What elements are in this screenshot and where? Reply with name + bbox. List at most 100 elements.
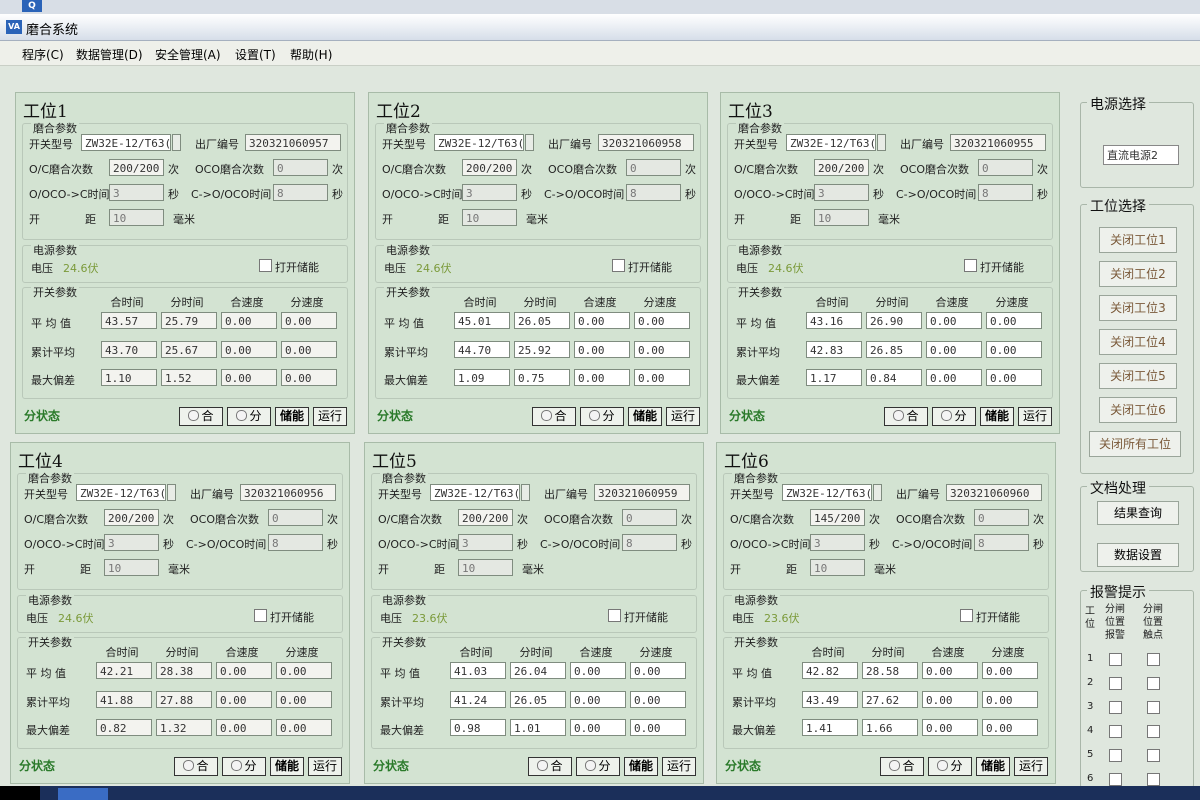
serial-field[interactable]: 320321060958 (598, 134, 694, 151)
param-cell[interactable]: 26.05 (514, 312, 570, 329)
open-button[interactable]: 分 (222, 757, 266, 776)
position-alarm-checkbox[interactable] (1109, 701, 1122, 714)
param-cell[interactable]: 26.85 (866, 341, 922, 358)
oco-count-field[interactable]: 0 (622, 509, 677, 526)
oc-count-field[interactable]: 145/200 (810, 509, 865, 526)
menu-data[interactable]: 数据管理(D) (76, 46, 143, 63)
param-cell[interactable]: 0.00 (216, 691, 272, 708)
param-cell[interactable]: 0.00 (281, 369, 337, 386)
open-storage-checkbox[interactable] (960, 609, 973, 622)
param-cell[interactable]: 44.70 (454, 341, 510, 358)
param-cell[interactable]: 0.00 (570, 691, 626, 708)
position-contact-checkbox[interactable] (1147, 677, 1160, 690)
oc-count-field[interactable]: 200/200 (109, 159, 164, 176)
oco-count-field[interactable]: 0 (626, 159, 681, 176)
switch-model-dropdown[interactable] (521, 484, 530, 501)
open-button[interactable]: 分 (580, 407, 624, 426)
switch-model-field[interactable]: ZW32E-12/T63( (786, 134, 876, 151)
c-to-oco-field[interactable]: 8 (626, 184, 681, 201)
position-alarm-checkbox[interactable] (1109, 749, 1122, 762)
param-cell[interactable]: 0.00 (630, 691, 686, 708)
open-button[interactable]: 分 (227, 407, 271, 426)
param-cell[interactable]: 27.88 (156, 691, 212, 708)
param-cell[interactable]: 0.75 (514, 369, 570, 386)
param-cell[interactable]: 0.00 (276, 662, 332, 679)
run-button[interactable]: 运行 (313, 407, 347, 426)
param-cell[interactable]: 26.04 (510, 662, 566, 679)
serial-field[interactable]: 320321060957 (245, 134, 341, 151)
param-cell[interactable]: 42.83 (806, 341, 862, 358)
param-cell[interactable]: 1.09 (454, 369, 510, 386)
oco-to-c-field[interactable]: 3 (810, 534, 865, 551)
switch-model-field[interactable]: ZW32E-12/T63( (81, 134, 171, 151)
c-to-oco-field[interactable]: 8 (268, 534, 323, 551)
position-alarm-checkbox[interactable] (1109, 677, 1122, 690)
position-contact-checkbox[interactable] (1147, 749, 1160, 762)
run-button[interactable]: 运行 (1014, 757, 1048, 776)
switch-model-field[interactable]: ZW32E-12/T63( (76, 484, 166, 501)
switch-model-dropdown[interactable] (525, 134, 534, 151)
param-cell[interactable]: 0.00 (276, 719, 332, 736)
param-cell[interactable]: 42.21 (96, 662, 152, 679)
param-cell[interactable]: 0.00 (570, 719, 626, 736)
storage-button[interactable]: 储能 (980, 407, 1014, 426)
storage-button[interactable]: 储能 (624, 757, 658, 776)
position-contact-checkbox[interactable] (1147, 725, 1160, 738)
position-contact-checkbox[interactable] (1147, 701, 1160, 714)
param-cell[interactable]: 1.41 (802, 719, 858, 736)
switch-model-dropdown[interactable] (877, 134, 886, 151)
close-station-button-6[interactable]: 关闭工位6 (1099, 397, 1177, 423)
param-cell[interactable]: 41.88 (96, 691, 152, 708)
param-cell[interactable]: 0.00 (982, 719, 1038, 736)
c-to-oco-field[interactable]: 8 (978, 184, 1033, 201)
oco-to-c-field[interactable]: 3 (109, 184, 164, 201)
oc-count-field[interactable]: 200/200 (814, 159, 869, 176)
switch-model-dropdown[interactable] (172, 134, 181, 151)
storage-button[interactable]: 储能 (976, 757, 1010, 776)
data-settings-button[interactable]: 数据设置 (1097, 543, 1179, 567)
param-cell[interactable]: 0.00 (574, 369, 630, 386)
param-cell[interactable]: 25.92 (514, 341, 570, 358)
param-cell[interactable]: 26.05 (510, 691, 566, 708)
oco-to-c-field[interactable]: 3 (458, 534, 513, 551)
close-button[interactable]: 合 (880, 757, 924, 776)
close-station-button-5[interactable]: 关闭工位5 (1099, 363, 1177, 389)
oco-count-field[interactable]: 0 (974, 509, 1029, 526)
param-cell[interactable]: 0.00 (922, 662, 978, 679)
storage-button[interactable]: 储能 (628, 407, 662, 426)
gap-field[interactable]: 10 (458, 559, 513, 576)
close-station-button-4[interactable]: 关闭工位4 (1099, 329, 1177, 355)
oco-count-field[interactable]: 0 (268, 509, 323, 526)
position-alarm-checkbox[interactable] (1109, 725, 1122, 738)
param-cell[interactable]: 0.00 (986, 369, 1042, 386)
open-button[interactable]: 分 (932, 407, 976, 426)
close-station-button-7[interactable]: 关闭所有工位 (1089, 431, 1181, 457)
storage-button[interactable]: 储能 (275, 407, 309, 426)
param-cell[interactable]: 0.00 (630, 719, 686, 736)
param-cell[interactable]: 0.00 (922, 719, 978, 736)
param-cell[interactable]: 0.00 (216, 719, 272, 736)
switch-model-field[interactable]: ZW32E-12/T63( (434, 134, 524, 151)
close-button[interactable]: 合 (179, 407, 223, 426)
gap-field[interactable]: 10 (814, 209, 869, 226)
param-cell[interactable]: 43.70 (101, 341, 157, 358)
position-alarm-checkbox[interactable] (1109, 653, 1122, 666)
oco-count-field[interactable]: 0 (273, 159, 328, 176)
menu-settings[interactable]: 设置(T) (235, 46, 276, 63)
switch-model-field[interactable]: ZW32E-12/T63( (782, 484, 872, 501)
param-cell[interactable]: 43.16 (806, 312, 862, 329)
serial-field[interactable]: 320321060960 (946, 484, 1042, 501)
oco-to-c-field[interactable]: 3 (814, 184, 869, 201)
param-cell[interactable]: 25.79 (161, 312, 217, 329)
position-alarm-checkbox[interactable] (1109, 773, 1122, 786)
oc-count-field[interactable]: 200/200 (104, 509, 159, 526)
power-select-field[interactable]: 直流电源2 (1103, 145, 1179, 165)
run-button[interactable]: 运行 (308, 757, 342, 776)
oco-count-field[interactable]: 0 (978, 159, 1033, 176)
param-cell[interactable]: 42.82 (802, 662, 858, 679)
param-cell[interactable]: 0.82 (96, 719, 152, 736)
serial-field[interactable]: 320321060959 (594, 484, 690, 501)
menu-program[interactable]: 程序(C) (22, 46, 64, 63)
param-cell[interactable]: 45.01 (454, 312, 510, 329)
oc-count-field[interactable]: 200/200 (462, 159, 517, 176)
